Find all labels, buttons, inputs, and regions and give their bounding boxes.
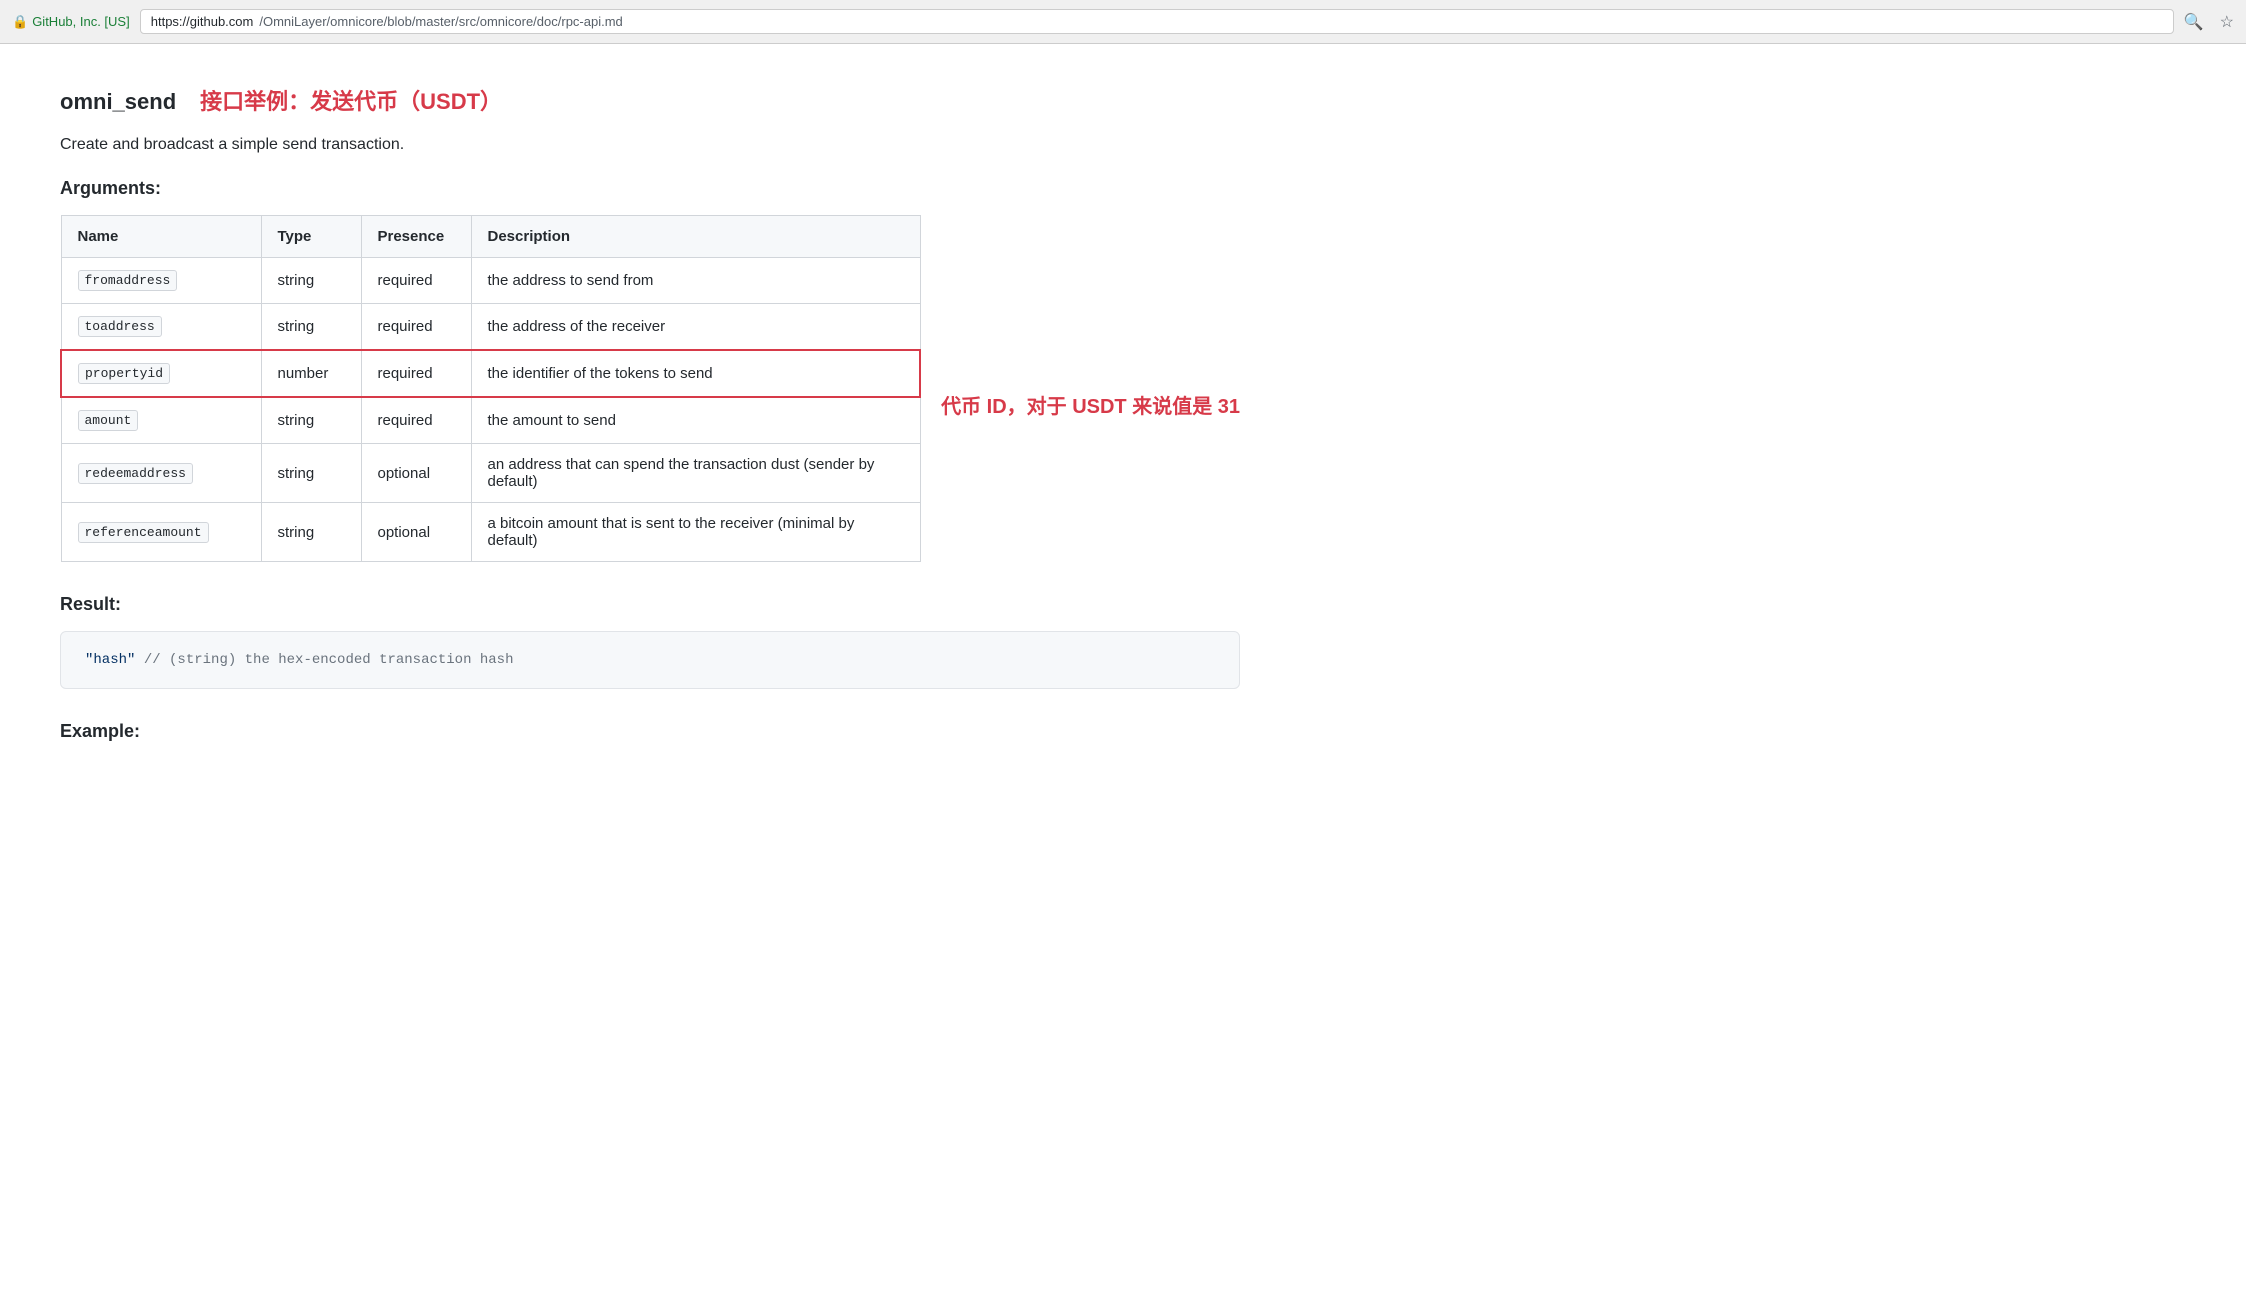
- code-hash-comment: // (string) the hex-encoded transaction …: [144, 652, 514, 668]
- cell-name: redeemaddress: [61, 444, 261, 503]
- arguments-table: Name Type Presence Description fromaddre…: [60, 215, 921, 562]
- table-row: toaddress stringrequiredthe address of th…: [61, 304, 920, 351]
- page-content: omni_send 接口举例：发送代币（USDT） Create and bro…: [0, 44, 1300, 782]
- result-section: Result: "hash" // (string) the hex-encod…: [60, 594, 1240, 689]
- security-badge: 🔒 GitHub, Inc. [US]: [12, 14, 130, 30]
- col-type: Type: [261, 216, 361, 258]
- cell-description: the amount to send: [471, 397, 920, 444]
- cell-presence: optional: [361, 503, 471, 562]
- cell-presence: required: [361, 304, 471, 351]
- param-name-badge: redeemaddress: [78, 463, 193, 484]
- cell-type: string: [261, 397, 361, 444]
- cell-name: referenceamount: [61, 503, 261, 562]
- cell-description: an address that can spend the transactio…: [471, 444, 920, 503]
- col-name: Name: [61, 216, 261, 258]
- table-row: redeemaddress stringoptionalan address th…: [61, 444, 920, 503]
- table-row: propertyid numberrequiredthe identifier o…: [61, 350, 920, 397]
- result-code-block: "hash" // (string) the hex-encoded trans…: [60, 631, 1240, 689]
- cell-name: fromaddress: [61, 258, 261, 304]
- code-hash-string: "hash": [85, 652, 135, 668]
- table-row: amount stringrequiredthe amount to send: [61, 397, 920, 444]
- cell-name: amount: [61, 397, 261, 444]
- cell-presence: required: [361, 350, 471, 397]
- param-name-badge: fromaddress: [78, 270, 178, 291]
- search-icon[interactable]: 🔍: [2184, 12, 2204, 32]
- title-row: omni_send 接口举例：发送代币（USDT）: [60, 84, 1240, 116]
- api-subtitle: 接口举例：发送代币（USDT）: [200, 84, 502, 116]
- example-heading: Example:: [60, 721, 1240, 742]
- security-label: GitHub, Inc. [US]: [32, 14, 130, 29]
- param-name-badge: referenceamount: [78, 522, 209, 543]
- url-origin: https://github.com: [151, 14, 254, 29]
- url-path: /OmniLayer/omnicore/blob/master/src/omni…: [259, 14, 622, 29]
- cell-type: number: [261, 350, 361, 397]
- cell-type: string: [261, 258, 361, 304]
- url-bar[interactable]: https://github.com /OmniLayer/omnicore/b…: [140, 9, 2174, 34]
- col-description: Description: [471, 216, 920, 258]
- cell-type: string: [261, 503, 361, 562]
- arguments-heading: Arguments:: [60, 178, 1240, 199]
- param-name-badge: amount: [78, 410, 139, 431]
- bookmark-icon[interactable]: ☆: [2220, 12, 2234, 32]
- cell-presence: required: [361, 397, 471, 444]
- browser-icons: 🔍 ☆: [2184, 12, 2234, 32]
- col-presence: Presence: [361, 216, 471, 258]
- table-row: referenceamount stringoptionala bitcoin a…: [61, 503, 920, 562]
- lock-icon: 🔒: [12, 14, 28, 30]
- table-header-row: Name Type Presence Description: [61, 216, 920, 258]
- cell-type: string: [261, 444, 361, 503]
- annotation-text: 代币 ID，对于 USDT 来说值是 31: [921, 390, 1240, 419]
- browser-chrome: 🔒 GitHub, Inc. [US] https://github.com /…: [0, 0, 2246, 44]
- cell-type: string: [261, 304, 361, 351]
- cell-description: the address to send from: [471, 258, 920, 304]
- table-wrapper: Name Type Presence Description fromaddre…: [60, 215, 1240, 594]
- example-section: Example:: [60, 721, 1240, 742]
- result-heading: Result:: [60, 594, 1240, 615]
- param-name-badge: toaddress: [78, 316, 162, 337]
- api-name: omni_send: [60, 89, 176, 115]
- param-name-badge: propertyid: [78, 363, 170, 384]
- cell-description: the address of the receiver: [471, 304, 920, 351]
- api-description: Create and broadcast a simple send trans…: [60, 136, 1240, 154]
- cell-presence: optional: [361, 444, 471, 503]
- cell-description: the identifier of the tokens to send: [471, 350, 920, 397]
- cell-name: toaddress: [61, 304, 261, 351]
- table-row: fromaddress stringrequiredthe address to …: [61, 258, 920, 304]
- cell-presence: required: [361, 258, 471, 304]
- cell-description: a bitcoin amount that is sent to the rec…: [471, 503, 920, 562]
- cell-name: propertyid: [61, 350, 261, 397]
